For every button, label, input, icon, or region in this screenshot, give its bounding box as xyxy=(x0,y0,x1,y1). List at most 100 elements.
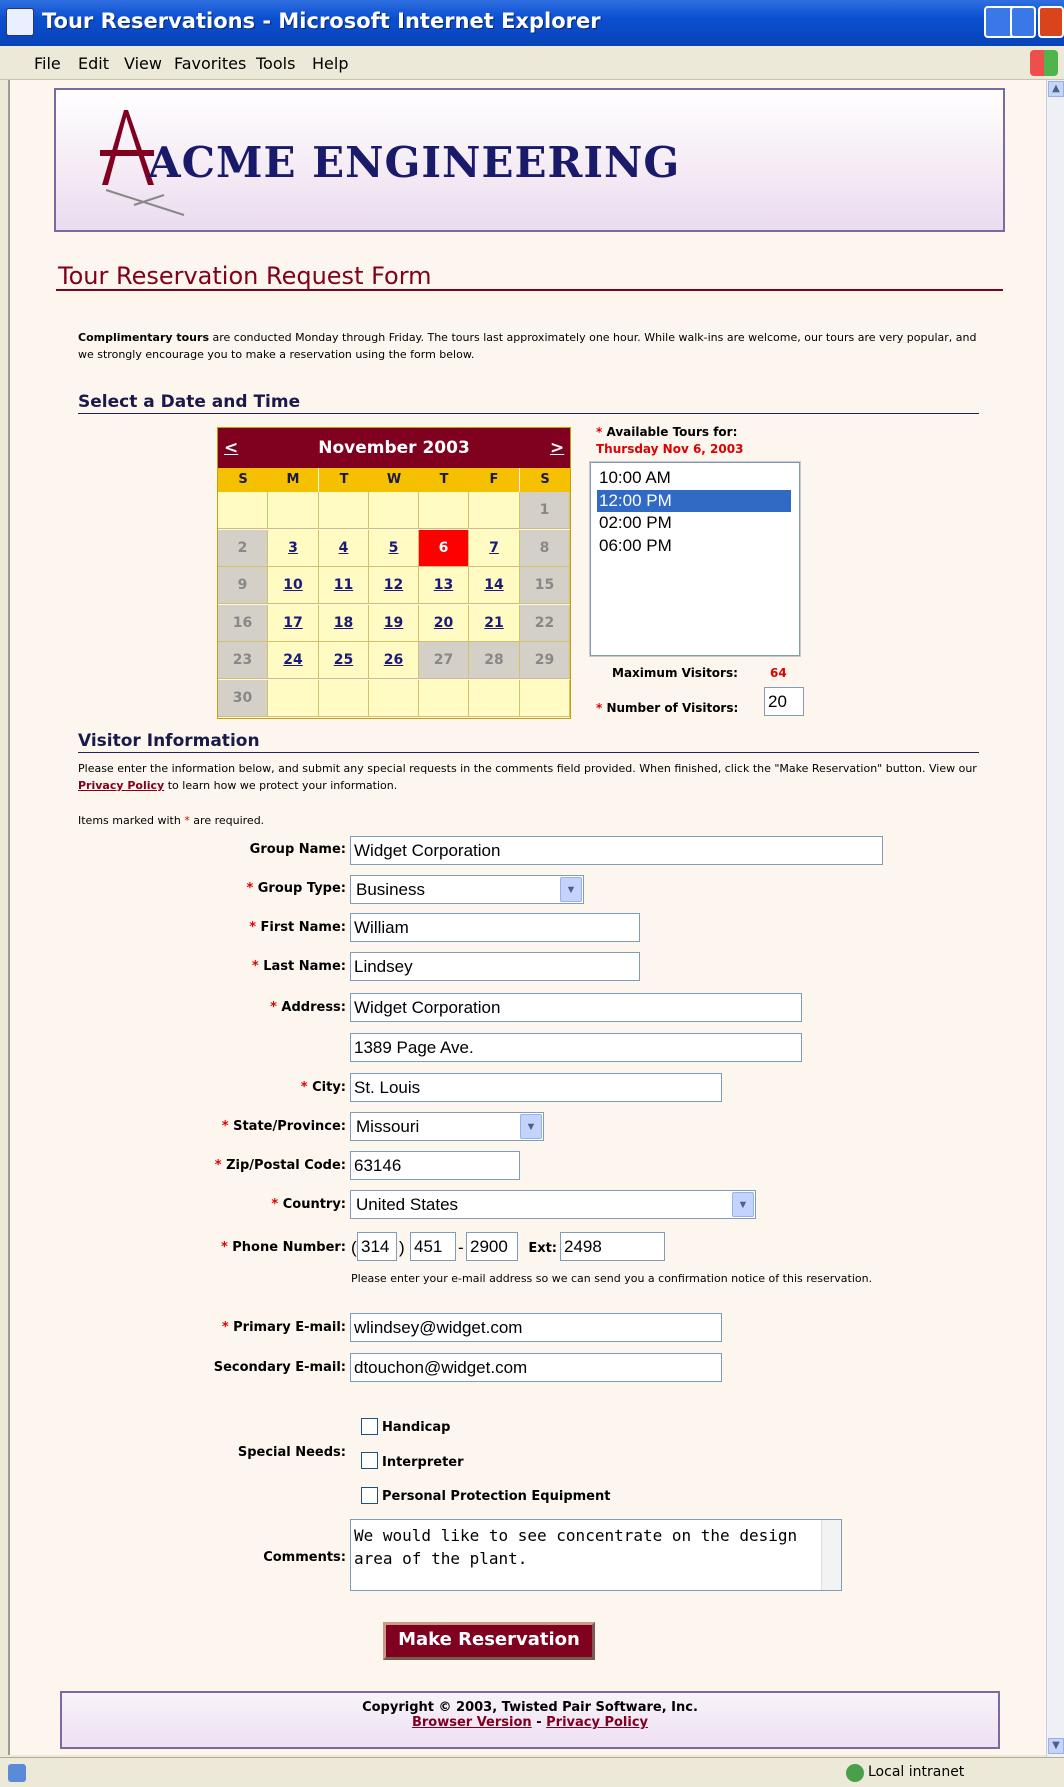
weekday-header: F xyxy=(469,468,519,492)
city-input[interactable]: St. Louis xyxy=(350,1073,722,1102)
phone-area-input[interactable]: 314 xyxy=(357,1232,397,1261)
primary-email-label: * Primary E-mail: xyxy=(221,1320,346,1335)
ppe-checkbox[interactable] xyxy=(361,1487,378,1504)
max-visitors-value: 64 xyxy=(770,666,787,680)
menu-favorites[interactable]: Favorites xyxy=(174,54,246,73)
calendar: < November 2003 > S M T W T F S 1 2 3 4 5 6 7 8 9 10 11 12… xyxy=(217,427,571,719)
section-rule xyxy=(78,413,979,414)
visitor-intro: Please enter the information below, and … xyxy=(78,762,977,792)
tour-times-list[interactable]: 10:00 AM 12:00 PM 02:00 PM 06:00 PM xyxy=(589,461,801,657)
title-bar: Tour Reservations - Microsoft Internet E… xyxy=(0,0,1064,46)
page-title: Tour Reservation Request Form xyxy=(58,262,432,290)
calendar-day-empty xyxy=(218,492,268,529)
calendar-day-27: 27 xyxy=(419,642,469,679)
calendar-day-empty xyxy=(319,679,369,717)
scroll-up-icon[interactable]: ▲ xyxy=(1048,81,1064,97)
calendar-day-2: 2 xyxy=(218,529,268,567)
calendar-day-11[interactable]: 11 xyxy=(319,567,369,604)
weekday-header: S xyxy=(218,468,268,492)
menu-help[interactable]: Help xyxy=(312,54,348,73)
phone-prefix-input[interactable]: 451 xyxy=(410,1232,456,1261)
phone-line-input[interactable]: 2900 xyxy=(466,1232,518,1261)
calendar-day-24[interactable]: 24 xyxy=(268,642,319,679)
calendar-day-17[interactable]: 17 xyxy=(268,604,319,642)
last-name-input[interactable]: Lindsey xyxy=(350,952,640,981)
visitors-input[interactable]: 20 xyxy=(764,687,804,716)
calendar-day-5[interactable]: 5 xyxy=(369,529,419,567)
vertical-scrollbar[interactable]: ▲ ▼ xyxy=(1046,80,1064,1757)
copyright: Copyright © 2003, Twisted Pair Software,… xyxy=(362,1700,698,1715)
calendar-day-7[interactable]: 7 xyxy=(469,529,520,567)
calendar-day-empty xyxy=(469,492,520,529)
address-line1-input[interactable]: Widget Corporation xyxy=(350,993,802,1022)
calendar-day-26[interactable]: 26 xyxy=(369,642,419,679)
tour-time-option[interactable]: 06:00 PM xyxy=(597,535,791,557)
calendar-day-6[interactable]: 6 xyxy=(419,529,469,567)
calendar-day-20[interactable]: 20 xyxy=(419,604,469,642)
state-select[interactable]: Missouri ▼ xyxy=(350,1112,544,1141)
close-button[interactable] xyxy=(1038,6,1064,38)
calendar-day-empty xyxy=(520,679,570,717)
scroll-down-icon[interactable]: ▼ xyxy=(1048,1738,1064,1754)
make-reservation-button[interactable]: Make Reservation xyxy=(383,1622,595,1660)
chevron-down-icon: ▼ xyxy=(520,1114,542,1139)
country-label: * Country: xyxy=(271,1197,346,1212)
tour-time-option[interactable]: 02:00 PM xyxy=(597,512,791,534)
address-line2-input[interactable]: 1389 Page Ave. xyxy=(350,1033,802,1062)
calendar-day-empty xyxy=(419,679,469,717)
secondary-email-input[interactable]: dtouchon@widget.com xyxy=(350,1353,722,1382)
calendar-month: November 2003 xyxy=(318,438,470,458)
country-select[interactable]: United States ▼ xyxy=(350,1190,756,1219)
section-date-heading: Select a Date and Time xyxy=(78,392,301,412)
browser-version-link[interactable]: Browser Version xyxy=(412,1715,532,1730)
tour-time-option[interactable]: 10:00 AM xyxy=(597,467,791,489)
phone-ext-label: Ext: xyxy=(528,1241,557,1256)
menu-tools[interactable]: Tools xyxy=(256,54,295,73)
zip-input[interactable]: 63146 xyxy=(350,1151,520,1180)
calendar-day-empty xyxy=(469,679,520,717)
calendar-day-12[interactable]: 12 xyxy=(369,567,419,604)
footer: Copyright © 2003, Twisted Pair Software,… xyxy=(60,1691,1000,1749)
status-bar: Local intranet xyxy=(0,1757,1064,1787)
primary-email-input[interactable]: wlindsey@widget.com xyxy=(350,1313,722,1342)
weekday-header: M xyxy=(268,468,318,492)
comments-text: We would like to see concentrate on the … xyxy=(354,1526,798,1568)
group-name-input[interactable]: Widget Corporation xyxy=(350,836,883,865)
required-note: Items marked with * are required. xyxy=(78,814,265,827)
phone-label: * Phone Number: xyxy=(220,1240,346,1255)
comments-scrollbar[interactable] xyxy=(821,1520,841,1590)
calendar-day-empty xyxy=(268,679,319,717)
weekday-header: T xyxy=(319,468,369,492)
privacy-policy-link[interactable]: Privacy Policy xyxy=(78,779,164,792)
calendar-day-8: 8 xyxy=(520,529,570,567)
weekday-header: W xyxy=(369,468,419,492)
first-name-input[interactable]: William xyxy=(350,913,640,942)
footer-privacy-link[interactable]: Privacy Policy xyxy=(546,1715,648,1730)
phone-ext-input[interactable]: 2498 xyxy=(560,1232,665,1261)
tour-time-option[interactable]: 12:00 PM xyxy=(597,489,791,512)
calendar-day-29: 29 xyxy=(520,642,570,679)
menu-edit[interactable]: Edit xyxy=(78,54,109,73)
maximize-button[interactable] xyxy=(1010,6,1036,38)
phone-open-paren: ( xyxy=(351,1238,357,1257)
group-type-select[interactable]: Business ▼ xyxy=(350,875,584,904)
calendar-day-25[interactable]: 25 xyxy=(319,642,369,679)
chevron-down-icon: ▼ xyxy=(732,1192,754,1217)
calendar-day-14[interactable]: 14 xyxy=(469,567,520,604)
handicap-checkbox[interactable] xyxy=(361,1418,378,1435)
calendar-day-10[interactable]: 10 xyxy=(268,567,319,604)
calendar-day-4[interactable]: 4 xyxy=(319,529,369,567)
comments-textarea[interactable]: We would like to see concentrate on the … xyxy=(350,1519,842,1591)
interpreter-checkbox[interactable] xyxy=(361,1452,378,1469)
status-zone: Local intranet xyxy=(868,1764,965,1780)
section-visitor-heading: Visitor Information xyxy=(78,731,260,751)
calendar-day-3[interactable]: 3 xyxy=(268,529,319,567)
calendar-day-18[interactable]: 18 xyxy=(319,604,369,642)
menu-file[interactable]: File xyxy=(34,54,61,73)
calendar-day-21[interactable]: 21 xyxy=(469,604,520,642)
menu-view[interactable]: View xyxy=(124,54,162,73)
next-month-link[interactable]: > xyxy=(550,438,564,458)
calendar-day-19[interactable]: 19 xyxy=(369,604,419,642)
group-name-label: Group Name: xyxy=(249,842,346,857)
calendar-day-13[interactable]: 13 xyxy=(419,567,469,604)
